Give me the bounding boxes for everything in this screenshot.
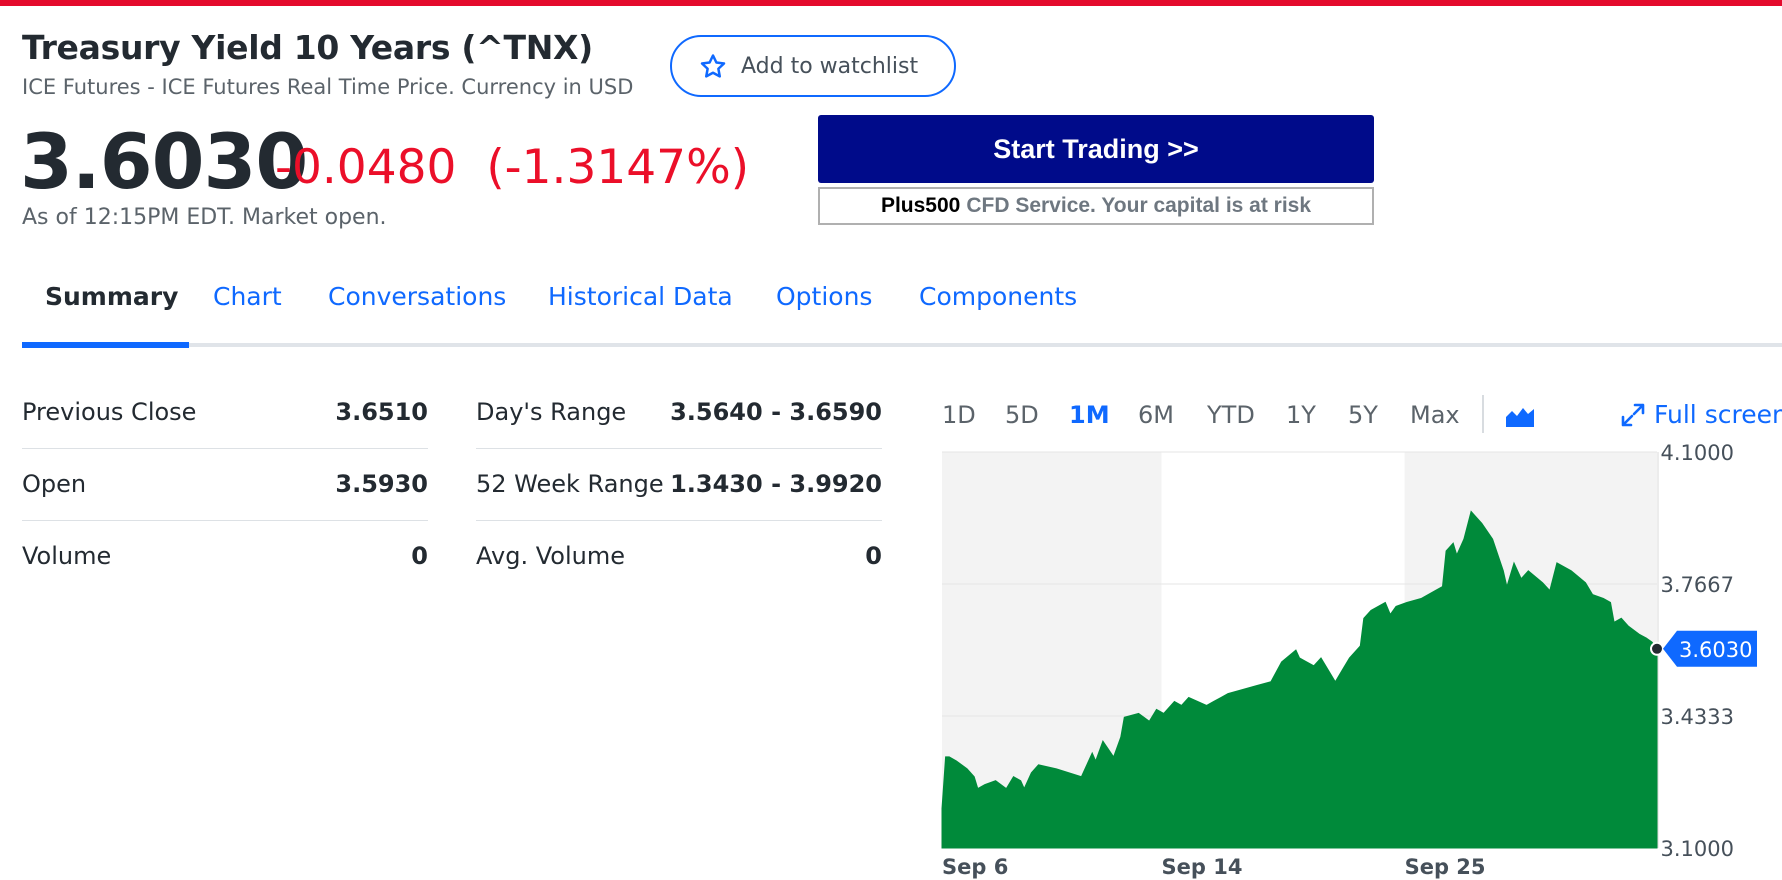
range-1m-button[interactable]: 1M: [1069, 401, 1110, 429]
stat-row-previous-close: Previous Close 3.6510: [22, 377, 428, 449]
ad-risk-text: CFD Service. Your capital is at risk: [966, 194, 1312, 217]
tab-conversations[interactable]: Conversations: [328, 282, 506, 311]
stat-label: Previous Close: [22, 398, 197, 426]
chart-y-tick-label: 3.4333: [1661, 705, 1734, 729]
full-screen-label: Full screen: [1654, 400, 1782, 429]
star-outline-icon: [700, 54, 726, 78]
range-max-button[interactable]: Max: [1410, 401, 1460, 429]
ad-disclaimer: Plus500 CFD Service. Your capital is at …: [818, 187, 1374, 225]
add-to-watchlist-button[interactable]: Add to watchlist: [670, 35, 956, 97]
range-6m-button[interactable]: 6M: [1138, 401, 1174, 429]
chart-y-tick-label: 4.1000: [1661, 441, 1734, 465]
stat-value: 0: [865, 542, 882, 570]
stat-row-avg-volume: Avg. Volume 0: [476, 521, 882, 593]
start-trading-button[interactable]: Start Trading >>: [818, 115, 1374, 183]
price-change: -0.0480 (-1.3147%): [275, 140, 749, 196]
stat-row-days-range: Day's Range 3.5640 - 3.6590: [476, 377, 882, 449]
chart-last-point-marker: [1650, 641, 1664, 656]
page-title: Treasury Yield 10 Years (^TNX): [22, 28, 593, 67]
range-ytd-button[interactable]: YTD: [1207, 401, 1255, 429]
stat-label: 52 Week Range: [476, 470, 664, 498]
price-chart[interactable]: 4.1000 3.7667 3.4333 3.1000 Sep 6 Sep 14 Sep 2…: [940, 441, 1782, 880]
watchlist-label: Add to watchlist: [741, 54, 919, 79]
active-tab-indicator: [22, 342, 189, 348]
quote-subtitle: ICE Futures - ICE Futures Real Time Pric…: [22, 75, 634, 99]
chart-current-value-label: 3.6030: [1679, 638, 1752, 662]
price-change-value: -0.0480: [275, 140, 457, 195]
stat-label: Open: [22, 470, 87, 498]
tab-components[interactable]: Components: [919, 282, 1077, 311]
range-5y-button[interactable]: 5Y: [1348, 401, 1378, 429]
stat-value: 3.6510: [335, 398, 428, 426]
stat-value: 1.3430 - 3.9920: [670, 470, 882, 498]
mountain-chart-icon[interactable]: [1505, 403, 1535, 429]
tab-options[interactable]: Options: [776, 282, 872, 311]
stat-value: 3.5930: [335, 470, 428, 498]
expand-arrows-icon: [1621, 403, 1645, 427]
stat-value: 0: [411, 542, 428, 570]
stat-row-52-week-range: 52 Week Range 1.3430 - 3.9920: [476, 449, 882, 521]
stat-label: Volume: [22, 542, 112, 570]
range-separator: [1482, 395, 1484, 433]
ad-brand: Plus500: [880, 194, 961, 217]
stat-label: Avg. Volume: [476, 542, 625, 570]
market-status: As of 12:15PM EDT. Market open.: [22, 205, 387, 230]
stat-row-volume: Volume 0: [22, 521, 428, 593]
tab-historical-data[interactable]: Historical Data: [548, 282, 733, 311]
tab-chart[interactable]: Chart: [213, 282, 282, 311]
stat-row-open: Open 3.5930: [22, 449, 428, 521]
price-change-percent: (-1.3147%): [486, 140, 750, 195]
chart-x-tick-label: Sep 14: [1162, 855, 1243, 879]
chart-x-tick-label: Sep 25: [1405, 855, 1486, 879]
chart-y-tick-label: 3.1000: [1661, 837, 1734, 861]
brand-top-bar: [0, 0, 1782, 6]
stat-value: 3.5640 - 3.6590: [670, 398, 882, 426]
current-price: 3.6030: [20, 117, 308, 206]
range-5d-button[interactable]: 5D: [1005, 401, 1039, 429]
chart-y-tick-label: 3.7667: [1661, 573, 1734, 597]
range-1y-button[interactable]: 1Y: [1286, 401, 1316, 429]
tabs-divider: [22, 343, 1782, 347]
tab-summary[interactable]: Summary: [45, 282, 178, 311]
chart-x-tick-label: Sep 6: [942, 855, 1008, 879]
stat-label: Day's Range: [476, 398, 627, 426]
range-1d-button[interactable]: 1D: [942, 401, 976, 429]
